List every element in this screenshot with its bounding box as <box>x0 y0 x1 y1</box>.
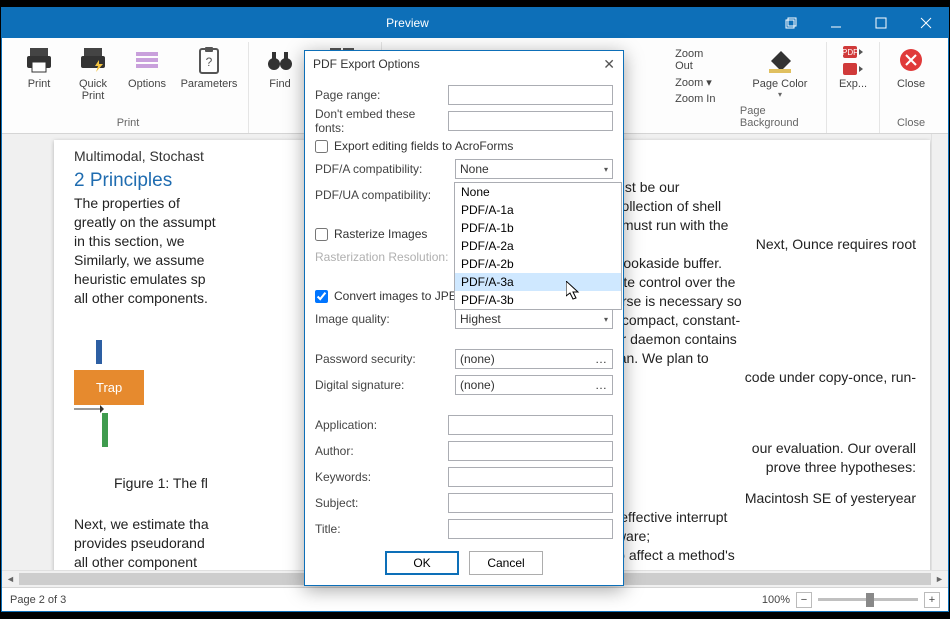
cancel-button[interactable]: Cancel <box>469 551 543 575</box>
dropdown-option[interactable]: PDF/A-3a <box>455 273 621 291</box>
ellipsis-icon[interactable]: … <box>595 352 608 366</box>
group-label-close: Close <box>897 115 925 133</box>
chevron-down-icon: ▾ <box>604 165 608 174</box>
chevron-down-icon: ▾ <box>604 315 608 324</box>
window-minimize-icon[interactable] <box>813 8 858 38</box>
image-quality-select[interactable]: Highest▾ <box>455 309 613 329</box>
window-close-icon[interactable] <box>903 8 948 38</box>
window-restore-icon[interactable] <box>768 8 813 38</box>
zoom-in-item[interactable]: Zoom In <box>675 93 720 105</box>
digital-signature-field[interactable]: (none)… <box>455 375 613 395</box>
password-security-field[interactable]: (none)… <box>455 349 613 369</box>
chevron-down-icon: ▾ <box>778 90 782 99</box>
page-color-button[interactable]: Page Color ▾ <box>747 42 813 103</box>
export-button[interactable]: PDF Exp... <box>833 42 873 115</box>
dropdown-option[interactable]: PDF/A-2a <box>455 237 621 255</box>
zoom-item[interactable]: Zoom ▾ <box>675 76 720 89</box>
zoom-out-item[interactable]: Zoom Out <box>675 48 720 72</box>
chevron-down-icon: ▾ <box>706 77 712 89</box>
dropdown-option[interactable]: None <box>455 183 621 201</box>
zoom-menu-items: Zoom Out Zoom ▾ Zoom In <box>675 42 720 133</box>
zoom-out-button[interactable]: − <box>796 592 812 608</box>
dropdown-option[interactable]: PDF/A-1a <box>455 201 621 219</box>
printer-bolt-icon <box>77 44 109 76</box>
pdf-export-dialog: PDF Export Options ✕ Page range: Don't e… <box>304 50 624 586</box>
zoom-in-button[interactable]: + <box>924 592 940 608</box>
vertical-scrollbar[interactable] <box>931 134 948 587</box>
window-maximize-icon[interactable] <box>858 8 903 38</box>
close-preview-button[interactable]: Close <box>886 42 936 115</box>
binoculars-icon <box>264 44 296 76</box>
zoom-slider[interactable] <box>818 598 918 601</box>
dialog-title: PDF Export Options <box>313 57 603 71</box>
dialog-close-icon[interactable]: ✕ <box>603 56 615 73</box>
status-bar: Page 2 of 3 100% − + <box>2 587 948 611</box>
pdfa-compat-dropdown[interactable]: NonePDF/A-1aPDF/A-1bPDF/A-2aPDF/A-2bPDF/… <box>454 182 622 310</box>
svg-text:?: ? <box>206 55 213 69</box>
quick-print-button[interactable]: Quick Print <box>68 42 118 115</box>
group-label-background: Page Background <box>740 103 820 133</box>
svg-text:PDF: PDF <box>842 48 858 57</box>
find-button[interactable]: Find <box>255 42 305 115</box>
scroll-right-icon[interactable]: ► <box>931 571 948 587</box>
dropdown-option[interactable]: PDF/A-1b <box>455 219 621 237</box>
close-circle-icon <box>895 44 927 76</box>
export-icon: PDF <box>837 44 869 76</box>
diagram-node-green <box>102 413 108 447</box>
print-button[interactable]: Print <box>14 42 64 115</box>
diagram-node-trap: Trap <box>74 370 144 405</box>
application-input[interactable] <box>448 415 613 435</box>
clipboard-icon: ? <box>193 44 225 76</box>
title-input[interactable] <box>448 519 613 539</box>
dropdown-option[interactable]: PDF/A-3b <box>455 291 621 309</box>
ok-button[interactable]: OK <box>385 551 459 575</box>
options-icon <box>131 44 163 76</box>
pdfa-compat-select[interactable]: None▾ <box>455 159 613 179</box>
zoom-slider-knob[interactable] <box>866 593 874 607</box>
dont-embed-fonts-input[interactable] <box>448 111 613 131</box>
export-acroforms-checkbox[interactable] <box>315 140 328 153</box>
options-button[interactable]: Options <box>122 42 172 115</box>
subject-input[interactable] <box>448 493 613 513</box>
parameters-button[interactable]: ? Parameters <box>176 42 242 115</box>
titlebar: Preview <box>2 8 948 38</box>
dropdown-option[interactable]: PDF/A-2b <box>455 255 621 273</box>
zoom-percent: 100% <box>762 594 790 606</box>
convert-jpeg-checkbox[interactable] <box>315 290 328 303</box>
scroll-left-icon[interactable]: ◄ <box>2 571 19 587</box>
ellipsis-icon[interactable]: … <box>595 378 608 392</box>
author-input[interactable] <box>448 441 613 461</box>
page-range-input[interactable] <box>448 85 613 105</box>
paint-bucket-icon <box>764 44 796 76</box>
group-label-print: Print <box>117 115 140 133</box>
printer-icon <box>23 44 55 76</box>
rasterize-images-checkbox[interactable] <box>315 228 328 241</box>
keywords-input[interactable] <box>448 467 613 487</box>
window-title: Preview <box>47 16 768 30</box>
page-indicator: Page 2 of 3 <box>10 594 66 606</box>
